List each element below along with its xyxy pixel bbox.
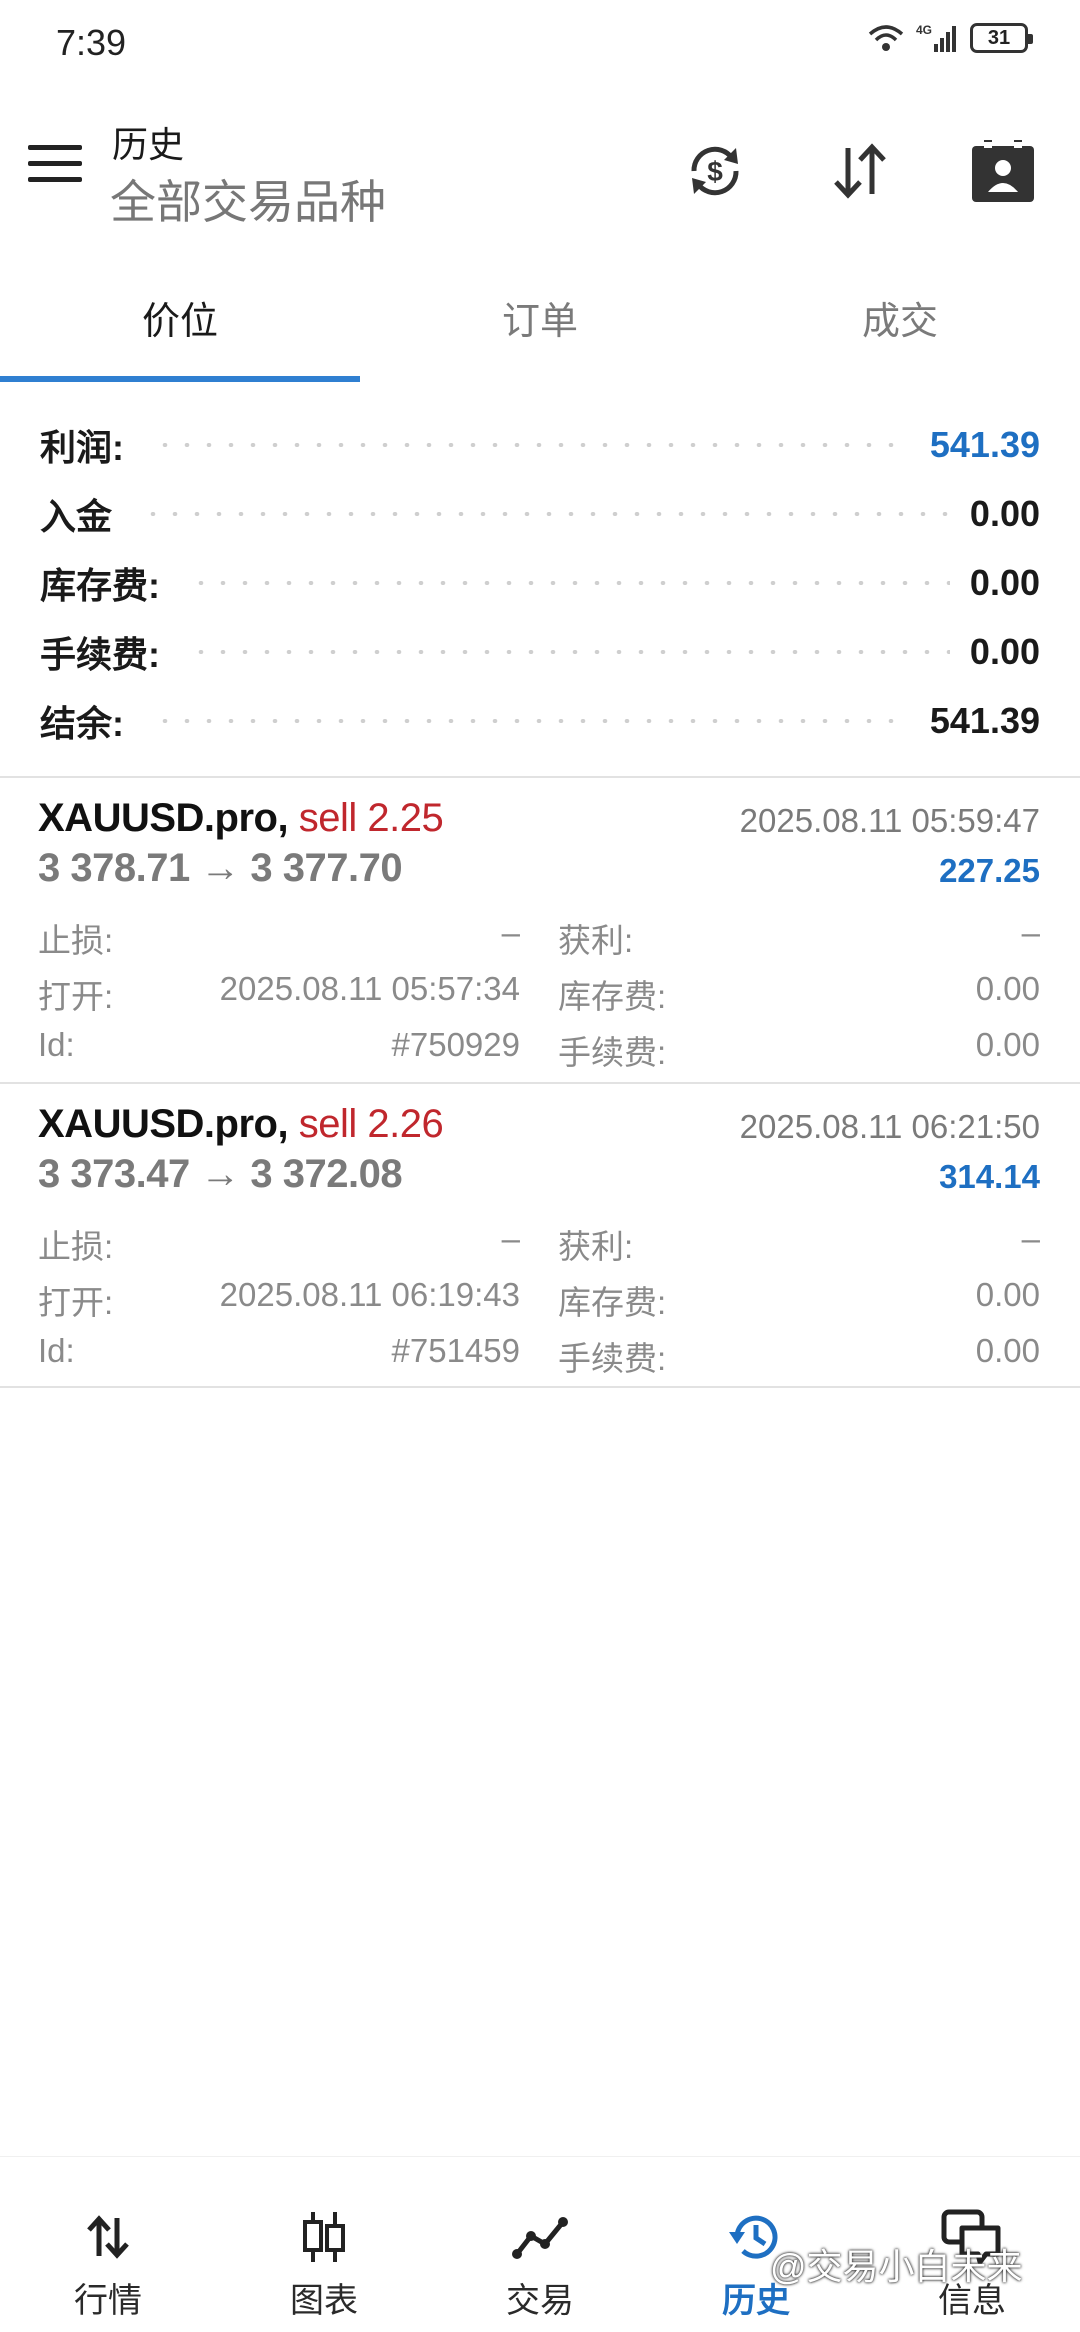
deal-prices: 3 378.71 → 3 377.70 [38, 846, 403, 890]
take-profit-value: – [1021, 914, 1040, 951]
summary-label: 库存费: [40, 564, 160, 606]
status-bar: 7:39 4G 31 [0, 0, 1080, 90]
deal-id-label: Id: [38, 1332, 75, 1369]
commission-value: 0.00 [975, 1026, 1040, 1063]
deal-side: sell 2.25 [298, 796, 444, 840]
cell-signal-icon: 4G [916, 23, 956, 52]
deal-side: sell 2.26 [298, 1102, 444, 1146]
deal-id-value: #750929 [391, 1026, 520, 1063]
take-profit-label: 获利: [558, 1228, 634, 1265]
status-icons: 4G 31 [866, 22, 1033, 54]
summary-row-deposit: 入金 0.00 [0, 479, 1080, 548]
sort-icon [834, 143, 886, 199]
summary-row-swap: 库存费: 0.00 [0, 548, 1080, 617]
dotted-leader [154, 442, 910, 447]
swap-label: 库存费: [558, 978, 667, 1015]
quotes-arrows-icon [87, 2215, 129, 2259]
currency-exchange-button[interactable]: $ [680, 136, 750, 206]
deal-symbol: XAUUSD.pro, sell 2.26 [38, 1102, 444, 1146]
stop-loss-label: 止损: [38, 1228, 114, 1265]
swap-value: 0.00 [975, 970, 1040, 1007]
deal-prices: 3 373.47 → 3 372.08 [38, 1152, 403, 1196]
dotted-leader [190, 580, 950, 585]
svg-text:$: $ [707, 156, 723, 187]
nav-quotes[interactable]: 行情 [0, 2157, 216, 2332]
commission-label: 手续费: [558, 1340, 667, 1377]
wifi-icon [868, 25, 904, 51]
tab-positions[interactable]: 价位 [0, 270, 360, 382]
summary-value: 0.00 [969, 492, 1040, 534]
deal-profit: 314.14 [939, 1158, 1040, 1195]
battery-icon: 31 [970, 23, 1033, 53]
stop-loss-label: 止损: [38, 922, 114, 959]
open-time-value: 2025.08.11 05:57:34 [219, 970, 520, 1007]
summary-value: 0.00 [969, 630, 1040, 672]
swap-value: 0.00 [975, 1276, 1040, 1313]
stop-loss-value: – [501, 1220, 520, 1257]
summary-label: 结余: [40, 702, 124, 744]
menu-icon[interactable] [28, 145, 82, 189]
dotted-leader [142, 511, 950, 516]
sort-button[interactable] [825, 136, 895, 206]
summary-row-commission: 手续费: 0.00 [0, 617, 1080, 686]
summary-label: 利润: [40, 426, 124, 468]
divider [0, 1386, 1080, 1388]
deal-id-label: Id: [38, 1026, 75, 1063]
summary-value: 0.00 [969, 561, 1040, 603]
nav-label: 行情 [74, 2282, 142, 2320]
deal-id-value: #751459 [391, 1332, 520, 1369]
deal-close-time: 2025.08.11 05:59:47 [739, 802, 1040, 839]
dotted-leader [154, 718, 910, 723]
swap-label: 库存费: [558, 1284, 667, 1321]
watermark: @交易小白未来 [770, 2246, 1023, 2287]
nav-label: 图表 [290, 2282, 358, 2320]
svg-text:4G: 4G [916, 23, 932, 37]
take-profit-value: – [1021, 1220, 1040, 1257]
battery-level: 31 [987, 26, 1011, 49]
dotted-leader [190, 649, 950, 654]
summary-row-profit: 利润: 541.39 [0, 410, 1080, 479]
currency-exchange-icon: $ [691, 146, 739, 196]
calendar-person-button[interactable] [968, 136, 1038, 206]
tab-bar: 价位 订单 成交 [0, 270, 1080, 382]
app-header: 历史 全部交易品种 $ [0, 100, 1080, 240]
symbol-filter[interactable]: 全部交易品种 [110, 166, 386, 232]
summary-row-balance: 结余: 541.39 [0, 686, 1080, 755]
summary-panel: 利润: 541.39 入金 0.00 库存费: 0.00 手续费: 0.00 结… [0, 410, 1080, 755]
trade-line-icon [512, 2217, 568, 2259]
open-time-label: 打开: [38, 978, 114, 1015]
tab-orders[interactable]: 订单 [360, 270, 720, 382]
summary-value: 541.39 [929, 699, 1040, 741]
deal-item[interactable]: XAUUSD.pro, sell 2.25 2025.08.11 05:59:4… [0, 778, 1080, 1078]
deal-symbol: XAUUSD.pro, sell 2.25 [38, 796, 444, 840]
deal-profit: 227.25 [939, 852, 1040, 889]
open-time-label: 打开: [38, 1284, 114, 1321]
summary-label: 入金 [40, 495, 113, 537]
candlestick-icon [303, 2212, 345, 2262]
commission-label: 手续费: [558, 1034, 667, 1071]
calendar-person-icon [972, 140, 1034, 202]
summary-value: 541.39 [929, 423, 1040, 465]
nav-charts[interactable]: 图表 [216, 2157, 432, 2332]
summary-label: 手续费: [40, 633, 160, 675]
commission-value: 0.00 [975, 1332, 1040, 1369]
page-title: 历史 [112, 124, 185, 165]
deal-item[interactable]: XAUUSD.pro, sell 2.26 2025.08.11 06:21:5… [0, 1084, 1080, 1384]
nav-label: 交易 [506, 2282, 574, 2320]
stop-loss-value: – [501, 914, 520, 951]
take-profit-label: 获利: [558, 922, 634, 959]
deal-close-time: 2025.08.11 06:21:50 [739, 1108, 1040, 1145]
status-time: 7:39 [56, 22, 127, 63]
tab-deals[interactable]: 成交 [720, 270, 1080, 382]
nav-trade[interactable]: 交易 [432, 2157, 648, 2332]
open-time-value: 2025.08.11 06:19:43 [219, 1276, 520, 1313]
